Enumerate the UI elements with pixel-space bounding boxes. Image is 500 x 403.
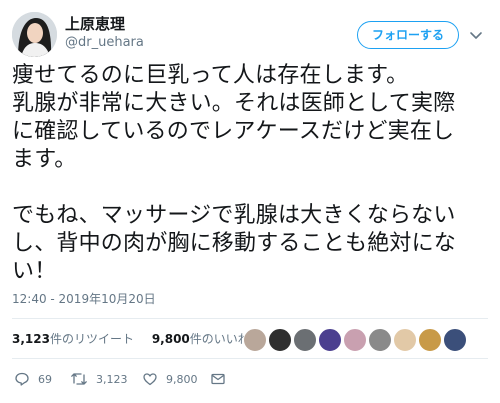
retweet-stat-label: 件のリツイート [49, 332, 134, 346]
liker-avatar[interactable] [443, 328, 467, 352]
tweet-text-line: 痩せてるのに巨乳って人は存在します。 [12, 63, 409, 88]
tweet-actions: 69 3,123 9,800 [14, 369, 226, 389]
tweet-text: 痩せてるのに巨乳って人は存在します。 乳腺が非常に大きい。それは医師として実際 … [12, 62, 490, 286]
tweet-text-line: でもね、マッサージで乳腺は大きくならない [12, 203, 456, 228]
avatar[interactable] [12, 12, 57, 57]
direct-message-button[interactable] [210, 369, 226, 389]
follow-button[interactable]: フォローする [357, 21, 459, 49]
timestamp[interactable]: 12:40 - 2019年10月20日 [12, 291, 156, 307]
like-stat-count: 9,800 [151, 332, 190, 346]
envelope-icon [210, 371, 226, 387]
retweet-stat-count: 3,123 [12, 332, 50, 346]
divider [12, 358, 488, 359]
like-stat[interactable]: 9,800件のいいね [152, 332, 250, 346]
liker-avatar[interactable] [393, 328, 417, 352]
like-button[interactable]: 9,800 [142, 369, 210, 389]
tweet-card: 上原恵理 @dr_uehara フォローする 痩せてるのに巨乳って人は存在します… [0, 0, 500, 403]
retweet-stat[interactable]: 3,123件のリツイート [12, 332, 134, 346]
reply-button[interactable]: 69 [14, 369, 70, 389]
liker-avatar[interactable] [293, 328, 317, 352]
tweet-text-line: い！ [12, 259, 57, 284]
liker-avatar[interactable] [318, 328, 342, 352]
reply-icon [14, 371, 30, 387]
like-stat-label: 件のいいね [189, 332, 250, 346]
like-count: 9,800 [166, 372, 198, 386]
tweet-text-line: 乳腺が非常に大きい。それは医師として実際 [12, 91, 456, 116]
retweet-count: 3,123 [96, 372, 128, 386]
liker-avatar[interactable] [368, 328, 392, 352]
divider [12, 318, 488, 319]
retweet-icon [70, 371, 88, 387]
chevron-down-icon[interactable] [468, 27, 484, 43]
liker-avatar[interactable] [418, 328, 442, 352]
liker-avatar[interactable] [243, 328, 267, 352]
liker-avatars [243, 328, 467, 352]
liker-avatar[interactable] [268, 328, 292, 352]
tweet-text-line [12, 174, 490, 202]
tweet-text-line: し、背中の肉が胸に移動することも絶対にな [12, 231, 457, 256]
tweet-text-line: に確認しているのでレアケースだけど実在し [12, 119, 455, 144]
engagement-stats: 3,123件のリツイート 9,800件のいいね [12, 330, 264, 348]
heart-icon [142, 371, 158, 387]
display-name[interactable]: 上原恵理 [65, 14, 125, 34]
reply-count: 69 [38, 372, 52, 386]
tweet-text-line: ます。 [12, 147, 77, 172]
liker-avatar[interactable] [343, 328, 367, 352]
retweet-button[interactable]: 3,123 [70, 369, 142, 389]
user-handle[interactable]: @dr_uehara [65, 34, 144, 52]
